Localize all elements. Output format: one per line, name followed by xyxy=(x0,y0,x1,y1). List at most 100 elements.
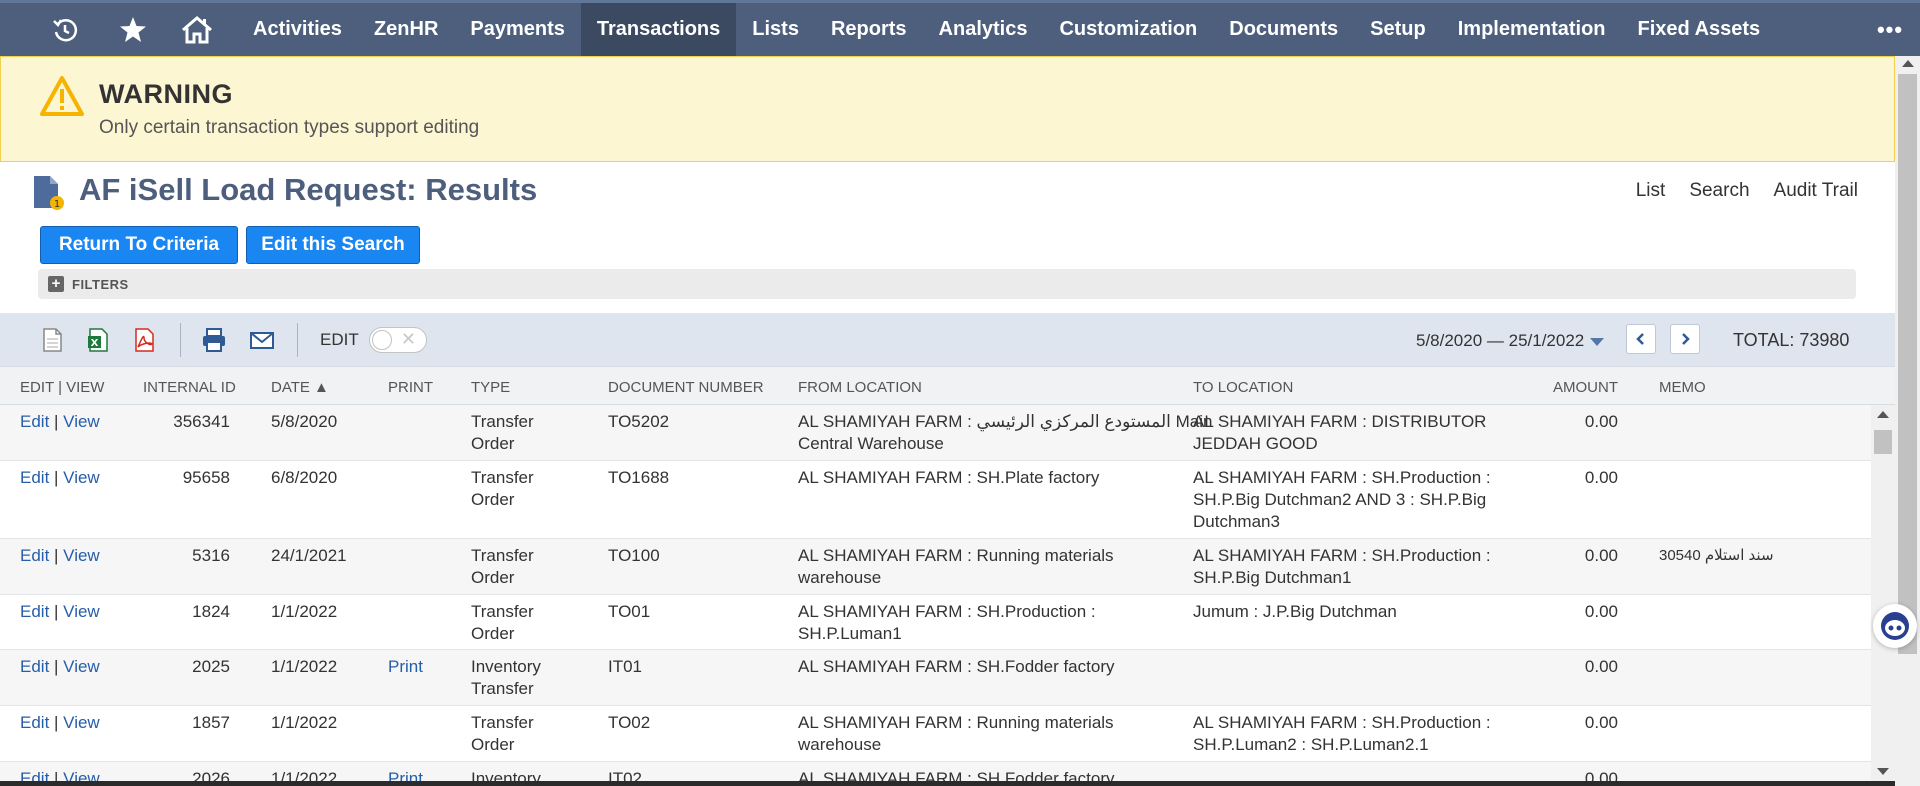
nav-zenhr[interactable]: ZenHR xyxy=(358,3,454,56)
col-date[interactable]: DATE ▲ xyxy=(271,379,329,396)
edit-link[interactable]: Edit xyxy=(20,546,49,565)
edit-link[interactable]: Edit xyxy=(20,412,49,431)
nav-implementation[interactable]: Implementation xyxy=(1442,3,1622,56)
filters-bar[interactable]: + FILTERS xyxy=(38,269,1856,299)
to-line: JEDDAH GOOD xyxy=(1193,434,1318,453)
type-cell: Transfer Order xyxy=(471,545,534,589)
print-icon[interactable] xyxy=(200,326,228,354)
export-csv-icon[interactable] xyxy=(38,326,66,354)
nav-payments[interactable]: Payments xyxy=(454,3,581,56)
date-range-selector[interactable]: 5/8/2020 — 25/1/2022 xyxy=(1416,331,1605,351)
nav-activities[interactable]: Activities xyxy=(237,3,358,56)
date-cell: 5/8/2020 xyxy=(271,412,338,431)
type-cell: Transfer Order xyxy=(471,601,534,645)
internal-id-cell: 2026 xyxy=(192,769,230,781)
page-scrollbar-thumb[interactable] xyxy=(1898,74,1917,654)
nav-analytics[interactable]: Analytics xyxy=(923,3,1044,56)
amount-cell: 0.00 xyxy=(1584,546,1618,565)
edit-toggle[interactable]: ✕ xyxy=(369,327,427,353)
view-link[interactable]: View xyxy=(63,713,100,732)
edit-search-button[interactable]: Edit this Search xyxy=(246,226,420,264)
col-print[interactable]: PRINT xyxy=(388,379,433,396)
type-line: Transfer xyxy=(471,468,534,487)
internal-id-cell: 1857 xyxy=(192,713,230,732)
view-link[interactable]: View xyxy=(63,769,100,781)
col-document-number[interactable]: DOCUMENT NUMBER xyxy=(608,379,764,396)
svg-text:X: X xyxy=(91,338,99,349)
table-row: Edit | View 95658 6/8/2020 Transfer Order… xyxy=(0,461,1871,539)
export-pdf-icon[interactable] xyxy=(130,326,158,354)
col-to-location[interactable]: TO LOCATION xyxy=(1193,379,1293,396)
assistant-bot-icon[interactable] xyxy=(1873,604,1917,648)
edit-link[interactable]: Edit xyxy=(20,713,49,732)
document-number-cell: IT02 xyxy=(608,769,643,781)
page-scrollbar[interactable] xyxy=(1895,56,1920,786)
internal-id-cell: 5316 xyxy=(192,546,230,565)
from-line: AL SHAMIYAH FARM : SH.Fodder factory xyxy=(798,657,1115,676)
list-link[interactable]: List xyxy=(1636,180,1666,202)
col-from-location[interactable]: FROM LOCATION xyxy=(798,379,922,396)
print-link[interactable]: Print xyxy=(388,656,423,678)
home-icon[interactable] xyxy=(167,3,227,56)
date-cell: 24/1/2021 xyxy=(271,546,347,565)
more-menu-icon[interactable]: ••• xyxy=(1860,17,1920,43)
date-cell: 6/8/2020 xyxy=(271,468,338,487)
scroll-down-arrow-icon[interactable] xyxy=(1877,768,1889,775)
nav-documents[interactable]: Documents xyxy=(1213,3,1354,56)
view-link[interactable]: View xyxy=(63,546,100,565)
view-link[interactable]: View xyxy=(63,468,100,487)
toggle-knob xyxy=(372,330,392,350)
edit-link[interactable]: Edit xyxy=(20,468,49,487)
search-link[interactable]: Search xyxy=(1689,180,1749,202)
next-page-button[interactable] xyxy=(1670,324,1700,354)
view-link[interactable]: View xyxy=(63,657,100,676)
date-cell: 1/1/2022 xyxy=(271,657,338,676)
audit-trail-link[interactable]: Audit Trail xyxy=(1774,180,1858,202)
warning-text: Only certain transaction types support e… xyxy=(99,117,480,138)
edit-link[interactable]: Edit xyxy=(20,657,49,676)
edit-view-cell: Edit | View xyxy=(20,468,100,487)
nav-transactions[interactable]: Transactions xyxy=(580,3,737,56)
col-internal-id[interactable]: INTERNAL ID xyxy=(143,379,236,396)
from-line: warehouse xyxy=(798,735,882,754)
expand-plus-icon[interactable]: + xyxy=(48,276,64,292)
table-row: Edit | View 2025 1/1/2022 Print Inventor… xyxy=(0,650,1871,706)
view-link[interactable]: View xyxy=(63,412,100,431)
star-icon[interactable] xyxy=(103,3,163,56)
nav-setup[interactable]: Setup xyxy=(1354,3,1442,56)
print-link[interactable]: Print xyxy=(388,768,423,781)
date-cell: 1/1/2022 xyxy=(271,713,338,732)
to-location-cell: AL SHAMIYAH FARM : SH.Production : SH.P.B… xyxy=(1193,467,1491,533)
previous-page-button[interactable] xyxy=(1626,324,1656,354)
to-line: AL SHAMIYAH FARM : SH.Production : xyxy=(1193,468,1491,487)
view-link[interactable]: View xyxy=(63,602,100,621)
return-to-criteria-button[interactable]: Return To Criteria xyxy=(40,226,238,264)
export-excel-icon[interactable]: X xyxy=(84,326,112,354)
nav-fixed-assets[interactable]: Fixed Assets xyxy=(1622,3,1777,56)
from-location-cell: AL SHAMIYAH FARM : Running materials ware… xyxy=(798,712,1114,756)
scroll-up-arrow-icon[interactable] xyxy=(1877,411,1889,418)
type-line: Order xyxy=(471,624,515,643)
table-scrollbar-thumb[interactable] xyxy=(1874,430,1892,454)
table-scrollbar[interactable] xyxy=(1871,405,1895,781)
nav-customization[interactable]: Customization xyxy=(1043,3,1213,56)
col-memo[interactable]: MEMO xyxy=(1659,379,1706,396)
edit-toggle-label: EDIT xyxy=(320,330,359,349)
internal-id-cell: 1824 xyxy=(192,602,230,621)
type-cell: Inventory Transfer xyxy=(471,656,541,700)
col-type[interactable]: TYPE xyxy=(471,379,510,396)
to-location-cell: AL SHAMIYAH FARM : SH.Production : SH.P.B… xyxy=(1193,545,1491,589)
col-edit-view: EDIT | VIEW xyxy=(20,379,105,396)
to-line: AL SHAMIYAH FARM : SH.Production : xyxy=(1193,713,1491,732)
nav-reports[interactable]: Reports xyxy=(815,3,923,56)
col-amount[interactable]: AMOUNT xyxy=(1553,379,1618,396)
email-icon[interactable] xyxy=(248,326,276,354)
from-location-cell: AL SHAMIYAH FARM : SH.Fodder factory xyxy=(798,768,1114,781)
edit-link[interactable]: Edit xyxy=(20,602,49,621)
nav-lists[interactable]: Lists xyxy=(736,3,815,56)
from-location-cell: AL SHAMIYAH FARM : SH.Production : SH.P.L… xyxy=(798,601,1096,645)
edit-link[interactable]: Edit xyxy=(20,769,49,781)
page-scroll-up-arrow-icon[interactable] xyxy=(1902,60,1914,67)
history-icon[interactable] xyxy=(35,3,95,56)
from-line: SH.P.Luman1 xyxy=(798,624,902,643)
